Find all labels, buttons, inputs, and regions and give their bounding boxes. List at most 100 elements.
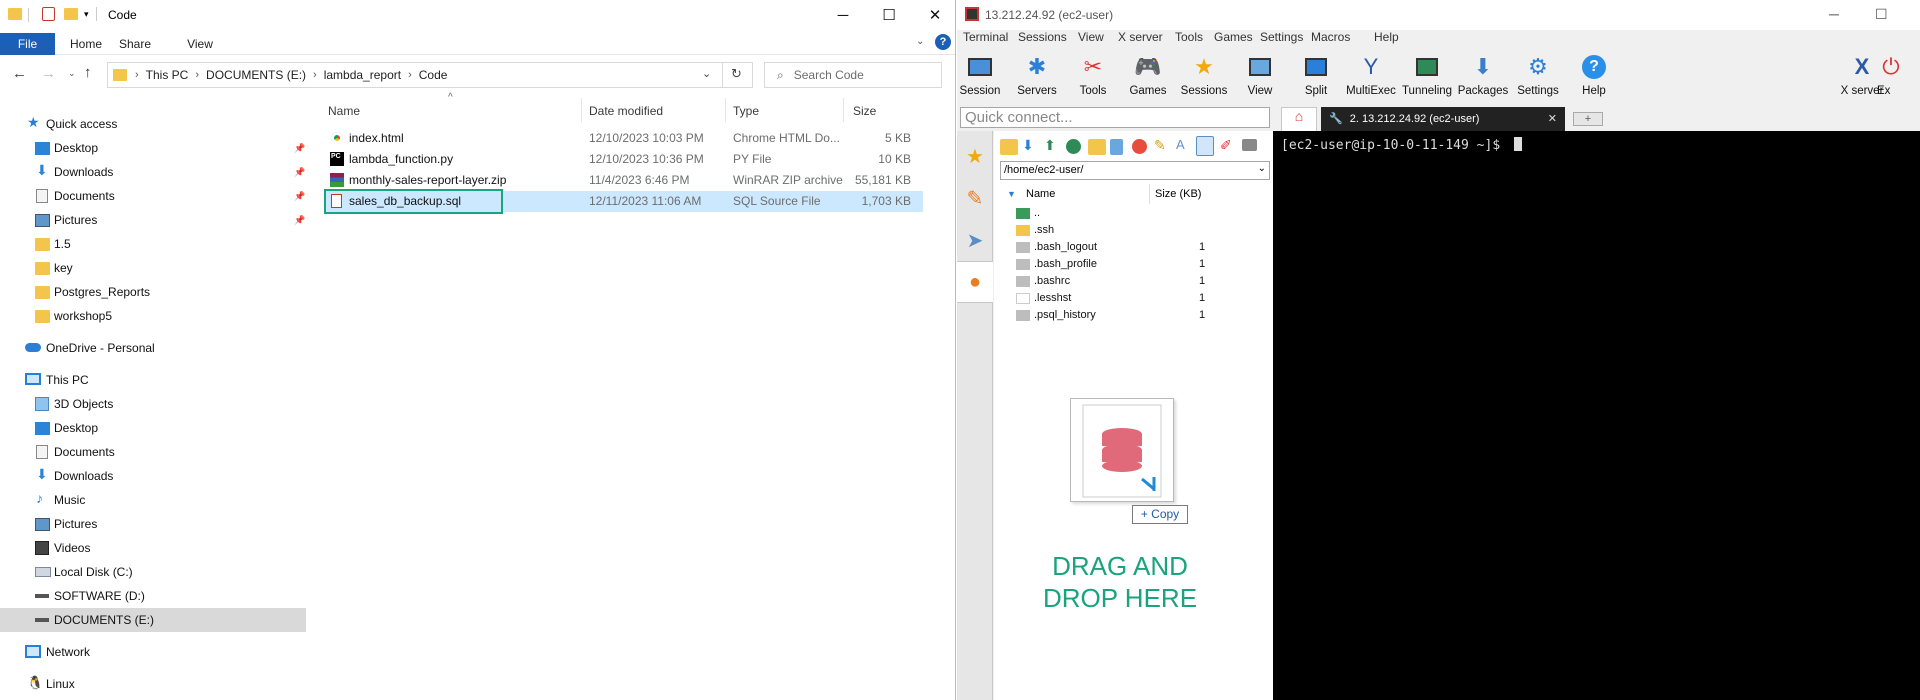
- nav-documents-pinned[interactable]: Documents 📌: [0, 184, 306, 208]
- toolbar-settings-button[interactable]: ⚙ Settings: [1508, 53, 1568, 97]
- nav-linux[interactable]: 🐧 Linux: [0, 672, 306, 696]
- menu-settings[interactable]: Settings: [1260, 30, 1303, 50]
- sftp-file-row[interactable]: .psql_history 1: [1012, 308, 1262, 325]
- toolbar-help-button[interactable]: ? Help: [1564, 53, 1624, 97]
- sftp-tools-icon[interactable]: ✐: [1220, 137, 1238, 153]
- tab-share[interactable]: Share: [115, 34, 155, 55]
- nav-folder-1-5[interactable]: 1.5: [0, 232, 306, 256]
- sftp-column-size[interactable]: Size (KB): [1155, 188, 1201, 200]
- toolbar-sessions-button[interactable]: ★ Sessions: [1174, 53, 1234, 97]
- file-row-selected[interactable]: sales_db_backup.sql 12/11/2023 11:06 AM …: [324, 189, 923, 214]
- sftp-column-name[interactable]: Name: [1026, 188, 1055, 200]
- file-row[interactable]: monthly-sales-report-layer.zip 11/4/2023…: [325, 170, 923, 191]
- toolbar-exit-button[interactable]: ⏻ Ex: [1877, 53, 1917, 97]
- close-button[interactable]: ✕: [912, 0, 955, 30]
- sftp-new-folder-icon[interactable]: [1088, 139, 1106, 155]
- moba-maximize-button[interactable]: ☐: [1875, 6, 1888, 23]
- new-folder-icon[interactable]: [64, 8, 78, 20]
- sftp-file-row[interactable]: ..: [1012, 206, 1262, 223]
- toolbar-tools-button[interactable]: ✂ Tools: [1063, 53, 1123, 97]
- sftp-path-input[interactable]: /home/ec2-user/ ⌄: [1000, 161, 1270, 180]
- nav-folder-workshop5[interactable]: workshop5: [0, 304, 306, 328]
- search-box[interactable]: ⌕ Search Code: [764, 62, 942, 88]
- pin-icon[interactable]: 📌: [294, 143, 305, 154]
- sftp-file-row[interactable]: .bash_logout 1: [1012, 240, 1262, 257]
- forward-icon[interactable]: →: [41, 65, 56, 82]
- breadcrumb-code[interactable]: Code: [419, 68, 448, 82]
- file-row[interactable]: index.html 12/10/2023 10:03 PM Chrome HT…: [325, 128, 923, 149]
- nav-this-pc[interactable]: This PC: [0, 368, 306, 392]
- sftp-download-icon[interactable]: ⬇: [1022, 137, 1040, 153]
- terminal-pane[interactable]: [ec2-user@ip-10-0-11-149 ~]$: [1273, 131, 1920, 700]
- path-dropdown-icon[interactable]: ⌄: [1258, 163, 1266, 174]
- back-icon[interactable]: ←: [12, 65, 27, 82]
- sftp-file-row[interactable]: .lesshst 1: [1012, 291, 1262, 308]
- nav-downloads-pinned[interactable]: ⬇ Downloads 📌: [0, 160, 306, 184]
- menu-terminal[interactable]: Terminal: [963, 30, 1008, 50]
- menu-tools[interactable]: Tools: [1175, 30, 1203, 50]
- home-tab-icon[interactable]: ⌂: [1281, 107, 1317, 131]
- nav-quick-access[interactable]: ★ Quick access: [0, 112, 306, 136]
- menu-x-server[interactable]: X server: [1118, 30, 1163, 50]
- toolbar-tunneling-button[interactable]: Tunneling: [1397, 53, 1457, 97]
- sftp-follow-terminal-icon[interactable]: [1196, 136, 1214, 156]
- collapse-triangle-icon[interactable]: ▼: [1007, 189, 1016, 199]
- menu-sessions[interactable]: Sessions: [1018, 30, 1067, 50]
- expand-ribbon-icon[interactable]: ⌄: [916, 36, 924, 47]
- toolbar-packages-button[interactable]: ⬇ Packages: [1453, 53, 1513, 97]
- up-icon[interactable]: ↑: [84, 64, 92, 81]
- nav-documents[interactable]: Documents: [0, 440, 306, 464]
- sftp-new-file-icon[interactable]: [1110, 139, 1123, 155]
- moba-minimize-button[interactable]: ─: [1829, 6, 1839, 22]
- nav-desktop-pinned[interactable]: Desktop 📌: [0, 136, 306, 160]
- quick-access-dropdown-icon[interactable]: ▾: [84, 9, 89, 20]
- breadcrumb-this-pc[interactable]: This PC: [146, 68, 189, 82]
- sftp-file-row[interactable]: .bashrc 1: [1012, 274, 1262, 291]
- toolbar-view-button[interactable]: View: [1230, 53, 1290, 97]
- nav-documents-e[interactable]: DOCUMENTS (E:): [0, 608, 306, 632]
- address-dropdown-icon[interactable]: ⌄: [702, 67, 711, 80]
- sftp-text-icon[interactable]: A: [1176, 137, 1194, 153]
- nav-onedrive[interactable]: OneDrive - Personal: [0, 336, 306, 360]
- recent-locations-icon[interactable]: ⌄: [68, 68, 76, 79]
- breadcrumb-lambda-report[interactable]: lambda_report: [324, 68, 401, 82]
- sftp-refresh-icon[interactable]: [1066, 139, 1081, 154]
- minimize-button[interactable]: ─: [820, 0, 866, 30]
- nav-network[interactable]: Network: [0, 640, 306, 664]
- breadcrumb-documents-drive[interactable]: DOCUMENTS (E:): [206, 68, 306, 82]
- macros-tab-icon[interactable]: ➤: [957, 219, 993, 261]
- terminal-session-tab[interactable]: 🔧 2. 13.212.24.92 (ec2-user) ✕: [1321, 107, 1565, 131]
- nav-videos[interactable]: Videos: [0, 536, 306, 560]
- menu-games[interactable]: Games: [1214, 30, 1253, 50]
- address-bar[interactable]: › This PC › DOCUMENTS (E:) › lambda_repo…: [107, 62, 753, 88]
- tools-tab-icon[interactable]: ✎: [957, 177, 993, 219]
- quick-connect-input[interactable]: Quick connect...: [960, 107, 1270, 128]
- tab-home[interactable]: Home: [66, 34, 106, 55]
- column-header-name[interactable]: Name: [328, 104, 360, 118]
- pin-icon[interactable]: 📌: [294, 215, 305, 226]
- nav-pictures-pinned[interactable]: Pictures 📌: [0, 208, 306, 232]
- nav-folder-postgres-reports[interactable]: Postgres_Reports: [0, 280, 306, 304]
- nav-folder-key[interactable]: key: [0, 256, 306, 280]
- nav-3d-objects[interactable]: 3D Objects: [0, 392, 306, 416]
- nav-downloads[interactable]: ⬇ Downloads: [0, 464, 306, 488]
- nav-software-d[interactable]: SOFTWARE (D:): [0, 584, 306, 608]
- file-row[interactable]: PC lambda_function.py 12/10/2023 10:36 P…: [325, 149, 923, 170]
- close-tab-icon[interactable]: ✕: [1548, 107, 1557, 131]
- nav-music[interactable]: ♪ Music: [0, 488, 306, 512]
- toolbar-split-button[interactable]: Split: [1286, 53, 1346, 97]
- new-tab-plus-icon[interactable]: +: [1573, 112, 1603, 126]
- sftp-delete-icon[interactable]: [1132, 139, 1147, 154]
- help-icon[interactable]: ?: [935, 34, 951, 50]
- pin-icon[interactable]: 📌: [294, 191, 305, 202]
- menu-macros[interactable]: Macros: [1311, 30, 1350, 50]
- sftp-upload-icon[interactable]: ⬆: [1044, 137, 1062, 153]
- nav-local-disk-c[interactable]: Local Disk (C:): [0, 560, 306, 584]
- sftp-terminal-icon[interactable]: [1242, 139, 1257, 151]
- tab-file[interactable]: File: [0, 33, 55, 55]
- toolbar-session-button[interactable]: Session: [957, 53, 1010, 97]
- sftp-file-row[interactable]: .ssh: [1012, 223, 1262, 240]
- sftp-file-row[interactable]: .bash_profile 1: [1012, 257, 1262, 274]
- refresh-icon[interactable]: ↻: [731, 66, 742, 82]
- sftp-permissions-icon[interactable]: ✎: [1154, 137, 1172, 153]
